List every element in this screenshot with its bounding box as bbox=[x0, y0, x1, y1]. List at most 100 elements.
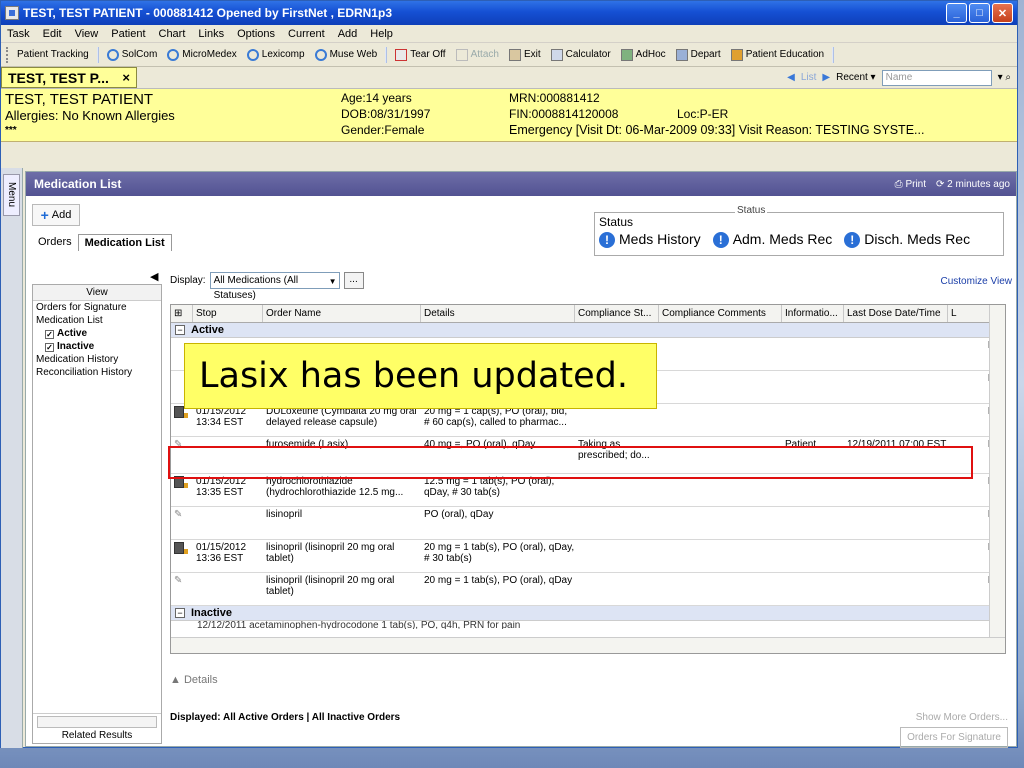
collapse-icon[interactable]: − bbox=[175, 325, 185, 335]
nav-medication-history[interactable]: Medication History bbox=[33, 353, 161, 366]
add-label: Add bbox=[51, 209, 72, 221]
close-tab-icon[interactable]: × bbox=[122, 70, 130, 85]
patient-education-label: Patient Education bbox=[745, 49, 825, 60]
adm-meds-rec-button[interactable]: ! Adm. Meds Rec bbox=[712, 231, 833, 248]
tear-off-button[interactable]: Tear Off bbox=[390, 44, 450, 66]
lexicomp-button[interactable]: Lexicomp bbox=[242, 44, 310, 66]
menu-patient[interactable]: Patient bbox=[111, 28, 145, 40]
table-row[interactable]: ✎ lisinopril (lisinopril 20 mg oral tabl… bbox=[171, 573, 1005, 606]
view-tabs: Orders Medication List bbox=[32, 234, 172, 251]
col-stop[interactable]: Stop bbox=[193, 305, 263, 322]
collapse-nav-icon[interactable]: ◀ bbox=[150, 270, 158, 283]
back-arrow-icon[interactable]: ◀ bbox=[787, 72, 795, 83]
col-compliance-status[interactable]: Compliance St... bbox=[575, 305, 659, 322]
cell-compliance-comments bbox=[659, 338, 782, 370]
col-details[interactable]: Details bbox=[421, 305, 575, 322]
menu-edit[interactable]: Edit bbox=[43, 28, 62, 40]
col-icon[interactable]: ⊞ bbox=[171, 305, 193, 322]
attach-button[interactable]: Attach bbox=[451, 44, 504, 66]
patient-tab[interactable]: TEST, TEST P... × bbox=[1, 67, 137, 88]
cell-last-dose bbox=[844, 338, 948, 370]
col-last-dose[interactable]: Last Dose Date/Time bbox=[844, 305, 948, 322]
col-compliance-comments[interactable]: Compliance Comments bbox=[659, 305, 782, 322]
binoculars-icon[interactable]: ▾ ⌕ bbox=[998, 72, 1011, 83]
menu-toggle[interactable]: Menu bbox=[3, 174, 20, 216]
display-select[interactable]: All Medications (All Statuses) bbox=[209, 272, 340, 301]
minimize-button[interactable]: _ bbox=[946, 3, 967, 23]
menu-links[interactable]: Links bbox=[198, 28, 224, 40]
close-button[interactable]: ✕ bbox=[992, 3, 1013, 23]
adm-meds-rec-label: Adm. Meds Rec bbox=[732, 231, 833, 247]
tab-medication-list[interactable]: Medication List bbox=[77, 234, 172, 251]
menu-task[interactable]: Task bbox=[7, 28, 30, 40]
table-row[interactable]: ✎ lisinopril PO (oral), qDay F bbox=[171, 507, 1005, 540]
nav-inactive[interactable]: ✓ Inactive bbox=[33, 340, 161, 353]
window-title: TEST, TEST PATIENT - 000881412 Opened by… bbox=[23, 6, 392, 20]
cell-details: 20 mg = 1 tab(s), PO (oral), qDay bbox=[424, 575, 573, 586]
tear-off-label: Tear Off bbox=[410, 49, 446, 60]
checkbox-checked-icon[interactable]: ✓ bbox=[45, 330, 54, 339]
tear-off-icon bbox=[395, 48, 408, 61]
orders-for-signature-button[interactable]: Orders For Signature bbox=[900, 727, 1008, 748]
adhoc-button[interactable]: AdHoc bbox=[616, 44, 671, 66]
muse-web-button[interactable]: Muse Web bbox=[310, 44, 383, 66]
disch-meds-rec-button[interactable]: ! Disch. Meds Rec bbox=[844, 231, 970, 248]
patient-education-button[interactable]: Patient Education bbox=[726, 44, 829, 66]
print-button[interactable]: ⎙ Print bbox=[895, 179, 926, 190]
customize-view-link[interactable]: Customize View bbox=[940, 276, 1012, 287]
nav-active[interactable]: ✓ Active bbox=[33, 327, 161, 340]
nav-reconciliation-history[interactable]: Reconciliation History bbox=[33, 366, 161, 379]
maximize-button[interactable]: □ bbox=[969, 3, 990, 23]
forward-arrow-icon[interactable]: ▶ bbox=[822, 72, 830, 83]
table-row[interactable]: 01/15/2012 13:36 EST lisinopril (lisinop… bbox=[171, 540, 1005, 573]
patient-fin: FIN:0008814120008 bbox=[509, 107, 619, 121]
display-more-button[interactable]: ... bbox=[343, 272, 364, 289]
checkbox-checked-icon[interactable]: ✓ bbox=[45, 343, 54, 352]
patient-tracking-button[interactable]: Patient Tracking bbox=[12, 44, 94, 66]
show-more-orders-link[interactable]: Show More Orders... bbox=[900, 708, 1008, 727]
menu-add[interactable]: Add bbox=[338, 28, 358, 40]
footer-actions: Show More Orders... Orders For Signature bbox=[900, 708, 1008, 748]
name-search-input[interactable]: Name bbox=[881, 69, 992, 86]
cell-order: lisinopril (lisinopril 20 mg oral tablet… bbox=[266, 542, 395, 564]
grid-vertical-scrollbar[interactable] bbox=[989, 305, 1005, 653]
col-order-name[interactable]: Order Name bbox=[263, 305, 421, 322]
micromedex-button[interactable]: MicroMedex bbox=[162, 44, 241, 66]
nav-horizontal-scrollbar[interactable] bbox=[37, 716, 157, 728]
nav-active-label: Active bbox=[57, 328, 88, 339]
tab-orders[interactable]: Orders bbox=[32, 234, 78, 251]
group-inactive[interactable]: − Inactive bbox=[171, 606, 1005, 621]
menu-options[interactable]: Options bbox=[237, 28, 275, 40]
menu-help[interactable]: Help bbox=[370, 28, 393, 40]
collapse-icon[interactable]: − bbox=[175, 608, 185, 618]
details-toggle[interactable]: ▲ Details bbox=[170, 674, 218, 686]
recent-button[interactable]: Recent ▾ bbox=[836, 72, 876, 83]
depart-button[interactable]: Depart bbox=[671, 44, 726, 66]
cell-info bbox=[782, 404, 844, 436]
inactive-partial-row[interactable]: 12/12/2011 acetaminophen-hydrocodone 1 t… bbox=[171, 621, 1005, 629]
refresh-button[interactable]: ⟳ 2 minutes ago bbox=[936, 179, 1010, 190]
col-information[interactable]: Informatio... bbox=[782, 305, 844, 322]
grid-horizontal-scrollbar[interactable] bbox=[171, 637, 1005, 653]
nav-orders-for-signature[interactable]: Orders for Signature bbox=[33, 301, 161, 314]
patient-mrn: MRN:000881412 bbox=[509, 91, 600, 105]
calculator-button[interactable]: Calculator bbox=[546, 44, 616, 66]
menu-view[interactable]: View bbox=[75, 28, 99, 40]
list-button[interactable]: List bbox=[801, 72, 817, 83]
solcom-label: SolCom bbox=[121, 49, 158, 60]
cell-last-dose bbox=[844, 371, 948, 403]
group-active[interactable]: − Active bbox=[171, 323, 1005, 338]
menu-current[interactable]: Current bbox=[288, 28, 325, 40]
toolbar-grip[interactable] bbox=[6, 46, 9, 63]
add-button[interactable]: + Add bbox=[32, 204, 80, 226]
related-results-button[interactable]: Related Results bbox=[33, 730, 161, 741]
nav-medication-list[interactable]: Medication List bbox=[33, 314, 161, 327]
meds-history-button[interactable]: ! Meds History bbox=[599, 231, 701, 248]
solcom-button[interactable]: SolCom bbox=[102, 44, 163, 66]
disch-meds-rec-label: Disch. Meds Rec bbox=[864, 231, 971, 247]
cell-stop bbox=[193, 507, 263, 539]
menu-chart[interactable]: Chart bbox=[159, 28, 186, 40]
exit-button[interactable]: Exit bbox=[504, 44, 546, 66]
patient-location: Loc:P-ER bbox=[677, 107, 729, 121]
order-icon: ✎ bbox=[171, 573, 193, 605]
